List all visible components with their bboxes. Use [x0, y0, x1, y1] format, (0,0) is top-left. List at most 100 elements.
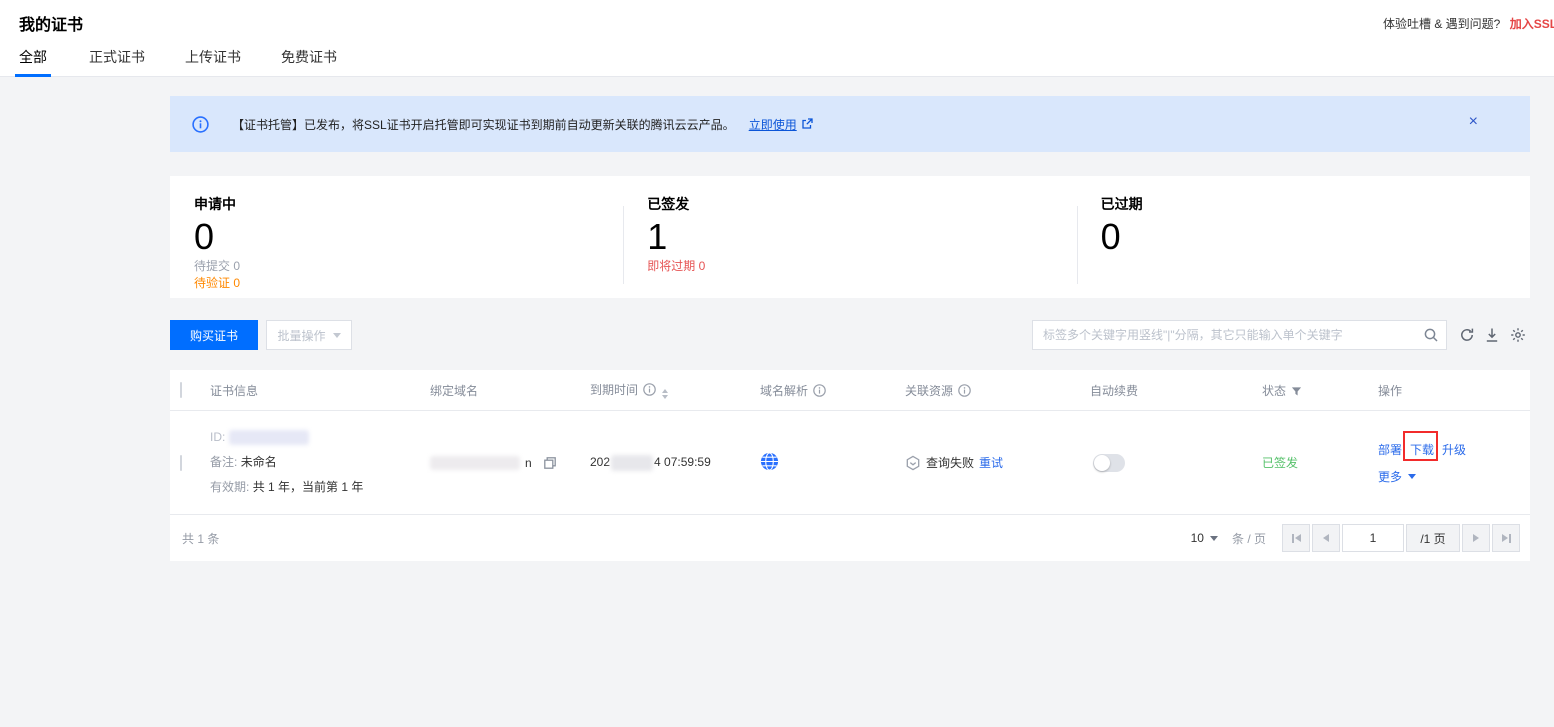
- col-cert-info: 证书信息: [210, 382, 430, 399]
- status-cell: 已签发: [1262, 454, 1378, 471]
- stats-panel: 申请中 0 待提交 0 待验证 0 已签发 1 即将过期 0 已过期 0: [170, 176, 1530, 298]
- buy-certificate-button[interactable]: 购买证书: [170, 320, 258, 350]
- domain-suffix: n: [525, 456, 532, 470]
- row-checkbox[interactable]: [180, 455, 182, 471]
- first-page-button[interactable]: [1282, 524, 1310, 552]
- gear-icon[interactable]: [1510, 327, 1526, 343]
- col-operation: 操作: [1378, 382, 1530, 399]
- stat-title: 已过期: [1101, 194, 1530, 214]
- col-auto-renew: 自动续费: [1090, 382, 1262, 399]
- auto-renew-cell: [1090, 454, 1262, 472]
- total-count: 共 1 条: [182, 530, 219, 547]
- operation-cell: 部署 下载 升级 更多: [1378, 441, 1530, 485]
- join-ssl-link[interactable]: 加入SSL证: [1510, 17, 1554, 31]
- search-box: [1032, 320, 1447, 350]
- remark-label: 备注:: [210, 455, 237, 469]
- current-page-input[interactable]: 1: [1342, 524, 1404, 552]
- use-now-link[interactable]: 立即使用: [749, 116, 797, 133]
- info-icon: [192, 116, 209, 133]
- info-icon[interactable]: [813, 384, 826, 397]
- id-label: ID:: [210, 430, 225, 444]
- resource-status: 查询失败: [926, 454, 974, 471]
- ssl-console-screen: 我的证书 体验吐槽 & 遇到问题? 加入SSL证 全部 正式证书 上传证书 免费…: [0, 0, 1554, 727]
- filter-icon[interactable]: [1291, 386, 1302, 397]
- sort-icon[interactable]: [662, 389, 668, 399]
- pagination: 10 条 / 页 1 /1 页: [1191, 524, 1520, 552]
- batch-operation-button[interactable]: 批量操作: [266, 320, 352, 350]
- retry-link[interactable]: 重试: [979, 454, 1003, 471]
- select-all-checkbox[interactable]: [180, 382, 182, 398]
- redacted-domain: [430, 456, 520, 470]
- feedback-text: 体验吐槽 & 遇到问题?: [1383, 17, 1500, 31]
- tab-free-cert[interactable]: 免费证书: [281, 47, 337, 77]
- stat-value: 1: [647, 216, 1076, 258]
- stat-value: 0: [194, 216, 623, 258]
- stat-sub-expiring: 即将过期 0: [647, 258, 1076, 275]
- upgrade-link[interactable]: 升级: [1442, 441, 1466, 458]
- table-header-row: 证书信息 绑定域名 到期时间 域名解析 关联资源 自动续费 状态 操作: [170, 370, 1530, 411]
- deploy-link[interactable]: 部署: [1378, 441, 1402, 458]
- main-content: 【证书托管】已发布，将SSL证书开启托管即可实现证书到期前自动更新关联的腾讯云云…: [0, 77, 1554, 727]
- tab-upload-cert[interactable]: 上传证书: [185, 47, 241, 77]
- search-icon[interactable]: [1423, 327, 1439, 343]
- total-pages-label: /1 页: [1406, 524, 1460, 552]
- col-domain-resolution: 域名解析: [760, 382, 905, 399]
- stat-applying: 申请中 0 待提交 0 待验证 0: [170, 176, 623, 298]
- tab-all[interactable]: 全部: [19, 47, 47, 77]
- stat-expired: 已过期 0: [1077, 176, 1530, 298]
- page-title: 我的证书: [19, 11, 83, 35]
- cert-info-cell: ID: 备注: 未命名 有效期: 共 1 年，当前第 1 年: [210, 425, 430, 500]
- chevron-down-icon: [1408, 474, 1416, 479]
- page-size-value: 10: [1191, 531, 1204, 545]
- expire-time-cell: 202 4 07:59:59: [590, 455, 760, 471]
- copy-icon[interactable]: [543, 456, 557, 470]
- auto-renew-toggle[interactable]: [1093, 454, 1125, 472]
- more-label: 更多: [1378, 468, 1402, 485]
- redacted-cert-id: [229, 430, 309, 445]
- resource-icon: [905, 455, 921, 471]
- expire-suffix: 4 07:59:59: [654, 455, 711, 469]
- next-page-button[interactable]: [1462, 524, 1490, 552]
- toggle-knob: [1094, 455, 1110, 471]
- banner-text: 【证书托管】已发布，将SSL证书开启托管即可实现证书到期前自动更新关联的腾讯云云…: [232, 116, 735, 133]
- last-page-button[interactable]: [1492, 524, 1520, 552]
- globe-icon[interactable]: [760, 452, 779, 471]
- download-icon[interactable]: [1484, 327, 1500, 343]
- domain-resolution-cell: [760, 452, 905, 474]
- page-size-select[interactable]: 10 条 / 页: [1191, 530, 1266, 547]
- certificate-table: 证书信息 绑定域名 到期时间 域名解析 关联资源 自动续费 状态 操作: [170, 370, 1530, 561]
- col-associated-resources: 关联资源: [905, 382, 1090, 399]
- chevron-down-icon: [1210, 536, 1218, 541]
- stat-value: 0: [1101, 216, 1530, 258]
- tab-bar: 全部 正式证书 上传证书 免费证书: [0, 44, 1554, 77]
- stat-issued: 已签发 1 即将过期 0: [623, 176, 1076, 298]
- refresh-icon[interactable]: [1459, 327, 1475, 343]
- redacted-date: [611, 455, 653, 471]
- prev-page-button[interactable]: [1312, 524, 1340, 552]
- batch-operation-label: 批量操作: [277, 327, 325, 344]
- expire-prefix: 202: [590, 455, 610, 469]
- table-footer: 共 1 条 10 条 / 页 1 /1 页: [170, 515, 1530, 561]
- tab-official-cert[interactable]: 正式证书: [89, 47, 145, 77]
- more-dropdown[interactable]: 更多: [1378, 468, 1530, 485]
- bound-domain-cell: n: [430, 456, 590, 470]
- stat-sub-pending-submit: 待提交 0: [194, 258, 623, 275]
- notice-banner: 【证书托管】已发布，将SSL证书开启托管即可实现证书到期前自动更新关联的腾讯云云…: [170, 96, 1530, 152]
- external-link-icon: [801, 118, 813, 130]
- stat-title: 申请中: [194, 194, 623, 214]
- download-link[interactable]: 下载: [1410, 441, 1434, 458]
- info-icon[interactable]: [958, 384, 971, 397]
- search-input[interactable]: [1032, 320, 1447, 350]
- info-icon[interactable]: [643, 383, 656, 396]
- chevron-down-icon: [333, 333, 341, 338]
- stat-title: 已签发: [647, 194, 1076, 214]
- header-right: 体验吐槽 & 遇到问题? 加入SSL证: [1383, 15, 1554, 32]
- status-badge: 已签发: [1262, 456, 1298, 470]
- table-row: ID: 备注: 未命名 有效期: 共 1 年，当前第 1 年 n: [170, 411, 1530, 515]
- col-status: 状态: [1262, 382, 1378, 399]
- col-bound-domain: 绑定域名: [430, 382, 590, 399]
- stat-sub-pending-verify: 待验证 0: [194, 275, 623, 292]
- associated-resource-cell: 查询失败 重试: [905, 454, 1090, 471]
- remark-value: 未命名: [241, 455, 277, 469]
- close-icon[interactable]: ×: [1469, 114, 1478, 130]
